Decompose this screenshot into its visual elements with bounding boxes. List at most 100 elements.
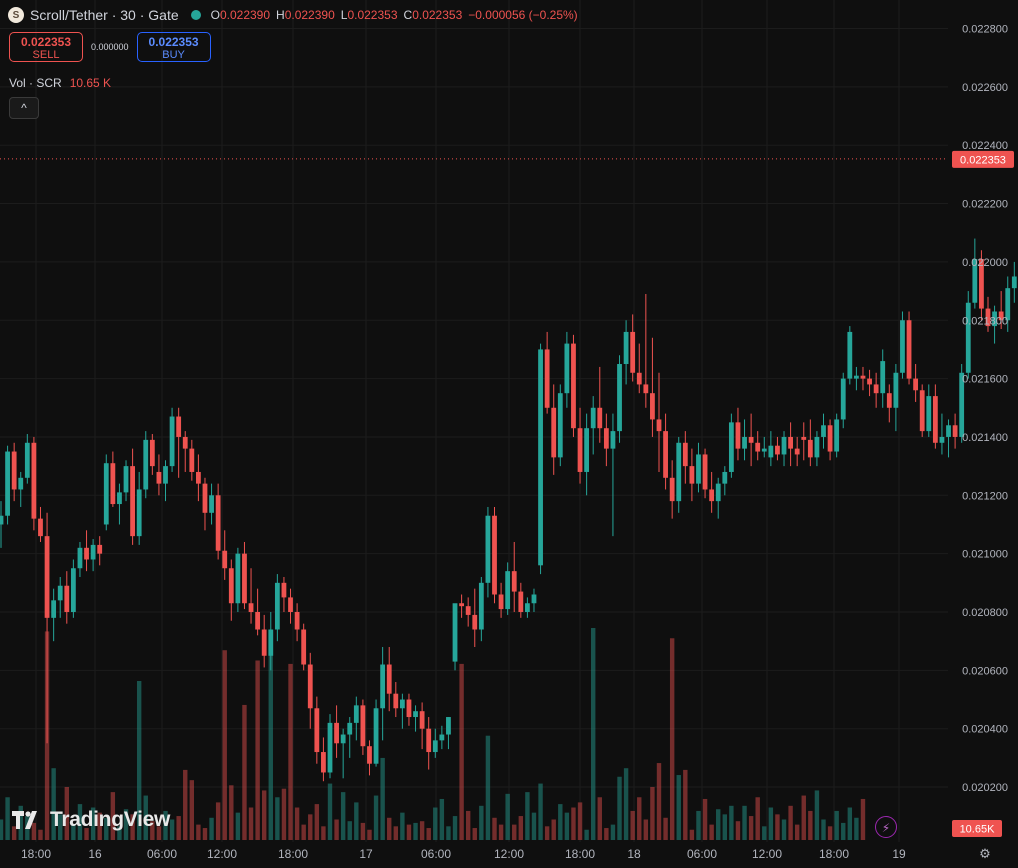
volume-bar bbox=[373, 795, 379, 840]
collapse-legend-button[interactable]: ^ bbox=[9, 97, 39, 119]
time-tick-label: 12:00 bbox=[752, 847, 782, 861]
volume-bar bbox=[308, 814, 313, 840]
candle-body bbox=[696, 454, 701, 484]
candle-body bbox=[123, 466, 129, 493]
price-tick-label: 0.020400 bbox=[962, 724, 1008, 736]
candle-body bbox=[353, 705, 359, 723]
tradingview-logo[interactable]: TradingView bbox=[12, 808, 170, 832]
price-tick-label: 0.022600 bbox=[962, 82, 1008, 94]
volume-bar bbox=[288, 663, 293, 840]
candle-body bbox=[189, 448, 195, 472]
time-tick-label: 16 bbox=[88, 847, 102, 861]
volume-bar bbox=[821, 819, 826, 840]
volume-bar bbox=[643, 819, 649, 840]
scroll-coin-icon[interactable]: S bbox=[8, 7, 24, 23]
candle-body bbox=[656, 419, 662, 432]
candle-body bbox=[768, 445, 774, 458]
volume-bar bbox=[854, 817, 859, 840]
price-tick-label: 0.022400 bbox=[962, 140, 1008, 152]
volume-bar bbox=[669, 638, 675, 840]
volume-legend[interactable]: Vol · SCR 10.65 K bbox=[9, 76, 111, 90]
candle-body bbox=[952, 425, 958, 437]
volume-bar bbox=[301, 824, 306, 840]
volume-bar bbox=[768, 807, 774, 840]
volume-bar bbox=[814, 790, 820, 840]
volume-bar bbox=[202, 828, 208, 840]
candle-body bbox=[373, 708, 379, 764]
candle-body bbox=[452, 603, 458, 662]
candle-body bbox=[742, 436, 747, 449]
volume-bar bbox=[340, 792, 346, 840]
candle-body bbox=[419, 711, 425, 729]
candle-body bbox=[485, 515, 491, 583]
volume-bar bbox=[551, 819, 556, 840]
volume-bar bbox=[465, 810, 471, 840]
candle-body bbox=[919, 390, 925, 432]
candle-body bbox=[413, 711, 418, 718]
gear-icon[interactable]: ⚙ bbox=[976, 845, 994, 863]
volume-bar bbox=[781, 819, 787, 840]
candle-body bbox=[781, 436, 787, 455]
volume-bar bbox=[801, 795, 806, 840]
volume-bar bbox=[512, 824, 517, 840]
candle-body bbox=[722, 471, 728, 484]
price-tick-label: 0.020800 bbox=[962, 607, 1008, 619]
buy-button[interactable]: 0.022353 BUY bbox=[136, 32, 211, 62]
symbol-title[interactable]: Scroll/Tether · 30 · Gate bbox=[30, 7, 179, 23]
candle-body bbox=[70, 568, 76, 612]
price-tick-label: 0.021200 bbox=[962, 490, 1008, 502]
volume-bar bbox=[459, 663, 464, 840]
volume-bar bbox=[709, 824, 714, 840]
candle-body bbox=[163, 466, 168, 484]
volume-bar bbox=[564, 812, 570, 840]
candle-body bbox=[446, 717, 451, 735]
volume-bar bbox=[472, 828, 477, 840]
candle-body bbox=[821, 425, 826, 437]
volume-bar bbox=[696, 810, 701, 840]
candle-body bbox=[196, 471, 201, 484]
lightning-icon[interactable]: ⚡ bbox=[875, 816, 897, 838]
volume-legend-label: Vol · SCR bbox=[9, 76, 62, 90]
sell-button[interactable]: 0.022353 SELL bbox=[9, 32, 83, 62]
price-tick-label: 0.021400 bbox=[962, 432, 1008, 444]
volume-bar bbox=[433, 807, 438, 840]
candle-body bbox=[854, 375, 859, 379]
volume-bar bbox=[558, 804, 563, 840]
candle-body bbox=[103, 463, 109, 525]
candle-body bbox=[873, 384, 879, 394]
volume-bar bbox=[683, 769, 688, 840]
price-chart[interactable]: 0.022353 0.022800 0.022600 0.022400 0.022200… bbox=[0, 0, 1018, 868]
candle-body bbox=[465, 606, 471, 615]
volume-bar bbox=[400, 812, 405, 840]
candle-body bbox=[380, 664, 386, 709]
volume-bar bbox=[327, 783, 333, 840]
candle-body bbox=[478, 582, 484, 630]
candle-body bbox=[636, 372, 642, 385]
candle-body bbox=[946, 425, 951, 437]
volume-bar bbox=[722, 814, 727, 840]
time-tick-label: 17 bbox=[359, 847, 373, 861]
volume-bar bbox=[294, 807, 300, 840]
volume-bar bbox=[485, 735, 491, 840]
candle-body bbox=[261, 629, 267, 656]
volume-bar bbox=[492, 817, 497, 840]
volume-bar bbox=[742, 805, 747, 840]
candle-body bbox=[228, 568, 234, 604]
volume-bar bbox=[380, 757, 385, 840]
volume-bar bbox=[229, 785, 234, 840]
volume-bar bbox=[604, 828, 609, 840]
volume-bar bbox=[735, 821, 741, 840]
candle-body bbox=[347, 722, 353, 735]
candle-body bbox=[136, 489, 142, 537]
volume-bar bbox=[538, 783, 543, 840]
price-tick-label: 0.021800 bbox=[962, 315, 1008, 327]
candle-body bbox=[965, 302, 971, 373]
candle-body bbox=[505, 571, 511, 610]
volume-bar bbox=[354, 802, 359, 840]
candle-body bbox=[860, 375, 866, 379]
candle-body bbox=[932, 396, 938, 443]
candle-body bbox=[650, 393, 655, 420]
volume-bar bbox=[452, 816, 458, 840]
volume-bar bbox=[584, 829, 589, 840]
candle-body bbox=[176, 416, 182, 437]
